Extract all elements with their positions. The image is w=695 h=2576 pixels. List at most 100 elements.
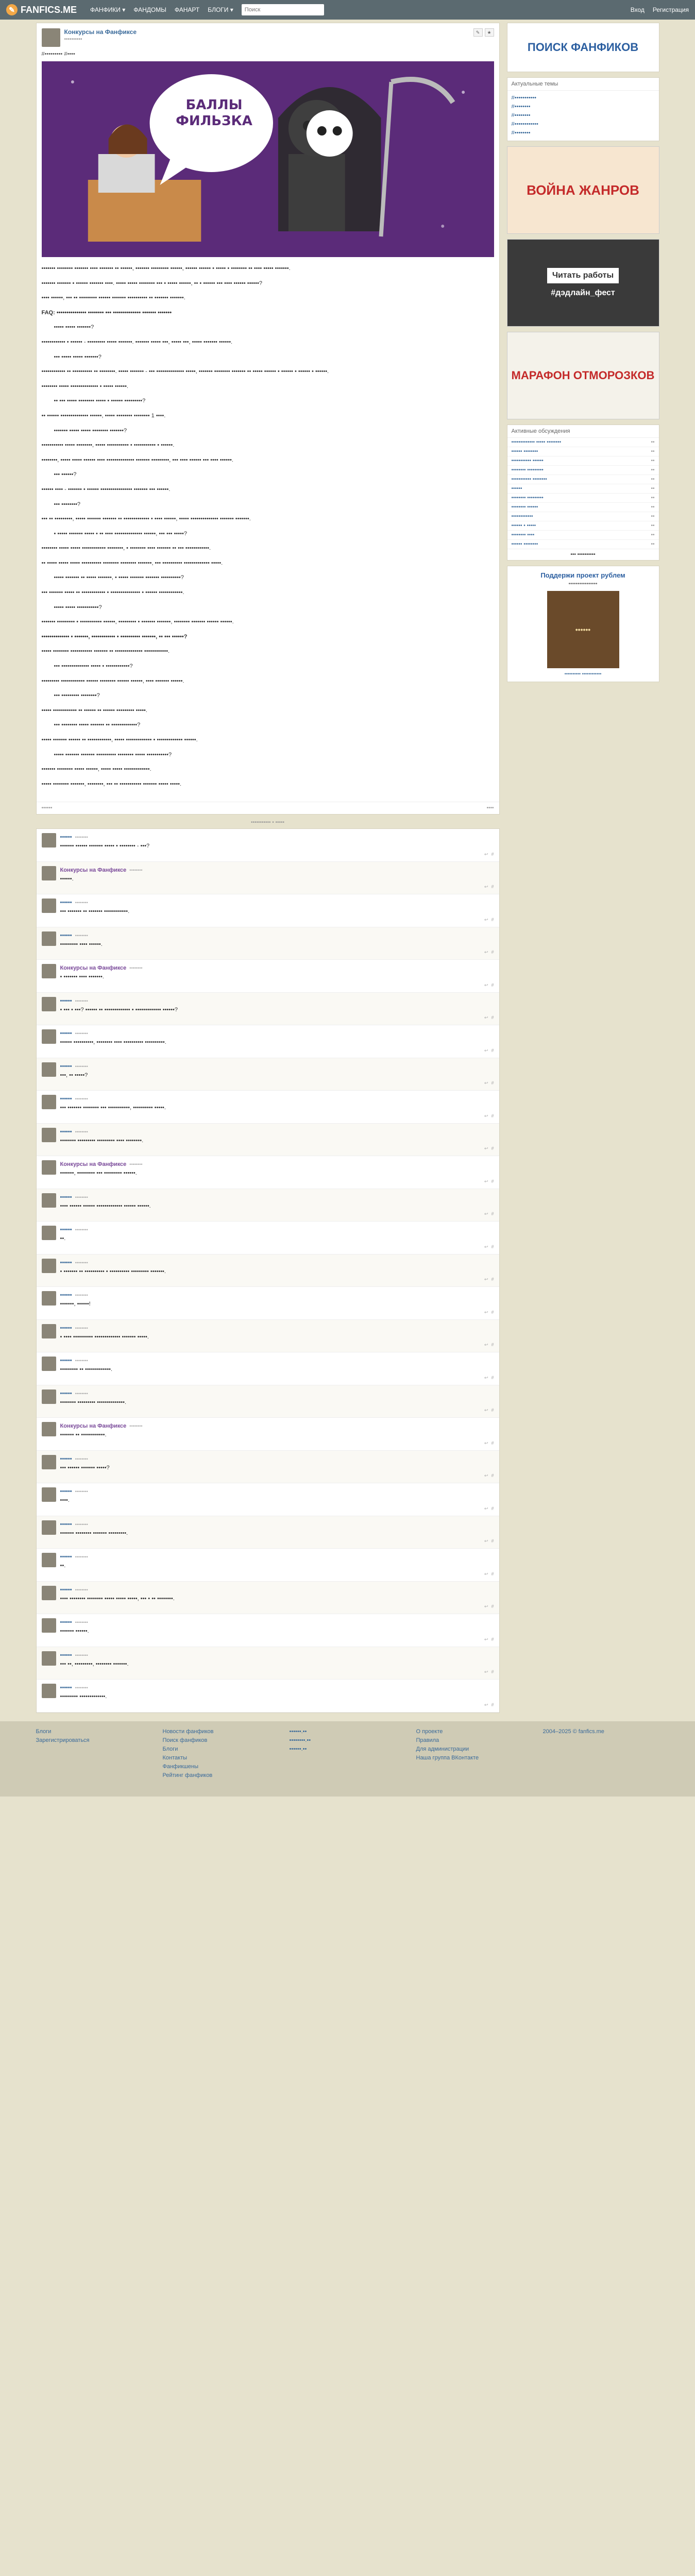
discussion-item[interactable]: •••••••• •••• •• (507, 531, 659, 540)
link-icon[interactable]: # (491, 1310, 494, 1315)
bookmark-icon[interactable]: ★ (484, 28, 494, 37)
comment-author[interactable]: •••••• (60, 1358, 72, 1364)
commenter-avatar[interactable] (41, 1324, 56, 1338)
link-icon[interactable]: # (491, 1146, 494, 1151)
footer-link[interactable]: Блоги (163, 1746, 279, 1752)
actual-topic-item[interactable]: #••••••••••• (512, 94, 655, 103)
footer-link[interactable]: ••••••.•• (290, 1746, 406, 1752)
commenter-avatar[interactable] (41, 1487, 56, 1502)
footer-link[interactable]: Правила (416, 1737, 533, 1743)
discussion-title[interactable]: •••••••• •••• (512, 532, 651, 538)
comment-author[interactable]: •••••• (60, 1194, 72, 1200)
banner-marathon[interactable]: МАРАФОН ОТМОРОЗКОВ (506, 332, 659, 420)
discussion-title[interactable]: ••••••••••••• ••••• •••••••• (512, 439, 651, 445)
footer-link[interactable]: Блоги (36, 1728, 152, 1735)
discussion-title[interactable]: ••••••••••• •••••••• (512, 477, 651, 482)
link-icon[interactable]: # (491, 1015, 494, 1021)
reply-icon[interactable]: ↩ (484, 1342, 488, 1348)
footer-link[interactable]: 2004–2025 © fanfics.me (543, 1728, 659, 1735)
author-avatar[interactable] (41, 28, 60, 47)
reply-icon[interactable]: ↩ (484, 982, 488, 988)
discussions-more-link[interactable]: ••• •••••••••• (507, 549, 659, 560)
comment-author[interactable]: •••••• (60, 1063, 72, 1070)
comment-author[interactable]: •••••• (60, 933, 72, 939)
commenter-avatar[interactable] (41, 1454, 56, 1469)
comment-author[interactable]: •••••• (60, 1129, 72, 1135)
comment-author[interactable]: •••••• (60, 1554, 72, 1560)
discussion-title[interactable]: •••••• •••••••• (512, 449, 651, 454)
comment-author[interactable]: •••••• (60, 1521, 72, 1528)
comment-author[interactable]: •••••• (60, 1652, 72, 1658)
search-input[interactable] (241, 4, 324, 15)
footer-link[interactable]: Поиск фанфиков (163, 1737, 279, 1743)
link-icon[interactable]: # (491, 1277, 494, 1282)
comment-author[interactable]: Конкурсы на Фанфиксе (60, 965, 127, 971)
reply-icon[interactable]: ↩ (484, 1310, 488, 1315)
commenter-avatar[interactable] (41, 866, 56, 880)
discussion-title[interactable]: •••••• •••••••• (512, 541, 651, 547)
link-icon[interactable]: # (491, 1179, 494, 1184)
nav-fanfics[interactable]: ФАНФИКИ ▾ (90, 6, 125, 13)
commenter-avatar[interactable] (41, 1258, 56, 1273)
comment-author[interactable]: •••••• (60, 1456, 72, 1462)
commenter-avatar[interactable] (41, 1553, 56, 1568)
footer-link[interactable]: Рейтинг фанфиков (163, 1772, 279, 1778)
commenter-avatar[interactable] (41, 1520, 56, 1535)
discussion-title[interactable]: •••••• • ••••• (512, 523, 651, 529)
comment-author[interactable]: •••••• (60, 1260, 72, 1266)
link-icon[interactable]: # (491, 1440, 494, 1446)
reply-icon[interactable]: ↩ (484, 1375, 488, 1381)
link-icon[interactable]: # (491, 1702, 494, 1708)
donate-caption[interactable]: •••••••••• •••••••••••• (565, 671, 602, 676)
commenter-avatar[interactable] (41, 1422, 56, 1437)
commenter-avatar[interactable] (41, 964, 56, 979)
discussion-item[interactable]: •••••••••••• •• (507, 512, 659, 522)
link-icon[interactable]: # (491, 1637, 494, 1642)
discussion-title[interactable]: •••••• (512, 486, 651, 492)
comment-author[interactable]: •••••• (60, 1292, 72, 1298)
reply-icon[interactable]: ↩ (484, 1538, 488, 1544)
donate-button[interactable]: •••••• (547, 591, 619, 669)
commenter-avatar[interactable] (41, 1160, 56, 1175)
reply-icon[interactable]: ↩ (484, 1506, 488, 1512)
discussion-item[interactable]: •••••• •• (507, 484, 659, 494)
reply-icon[interactable]: ↩ (484, 1277, 488, 1282)
site-logo[interactable]: ✎ FANFICS.ME (6, 4, 77, 15)
discussion-title[interactable]: •••••••• ••••••••• (512, 467, 651, 473)
discussion-item[interactable]: •••••••• ••••••••• •• (507, 466, 659, 476)
comment-author[interactable]: •••••• (60, 834, 72, 840)
link-icon[interactable]: # (491, 1113, 494, 1119)
reply-icon[interactable]: ↩ (484, 1048, 488, 1054)
reply-icon[interactable]: ↩ (484, 1146, 488, 1151)
link-icon[interactable]: # (491, 1506, 494, 1512)
comment-author[interactable]: •••••• (60, 1685, 72, 1691)
link-icon[interactable]: # (491, 1538, 494, 1544)
comment-author[interactable]: •••••• (60, 1619, 72, 1625)
comment-author[interactable]: •••••• (60, 900, 72, 906)
link-icon[interactable]: # (491, 1408, 494, 1413)
link-icon[interactable]: # (491, 1473, 494, 1479)
nav-fandoms[interactable]: ФАНДОМЫ (133, 6, 166, 13)
comment-author[interactable]: •••••• (60, 1587, 72, 1593)
commenter-avatar[interactable] (41, 1618, 56, 1633)
search-fanfics-box[interactable]: ПОИСК ФАНФИКОВ (506, 23, 659, 72)
actual-topic-item[interactable]: #•••••••••••• (512, 120, 655, 129)
reply-icon[interactable]: ↩ (484, 1244, 488, 1250)
footer-link[interactable]: Зарегистрироваться (36, 1737, 152, 1743)
comment-author[interactable]: •••••• (60, 1030, 72, 1037)
discussion-title[interactable]: •••••••• ••••••••• (512, 495, 651, 501)
commenter-avatar[interactable] (41, 1062, 56, 1077)
discussion-item[interactable]: ••••••••••• •••••• •• (507, 456, 659, 466)
reply-icon[interactable]: ↩ (484, 950, 488, 955)
actual-topic-item[interactable]: #•••••••• (512, 111, 655, 120)
link-icon[interactable]: # (491, 884, 494, 890)
post-comments-count[interactable]: •••• (486, 805, 494, 811)
commenter-avatar[interactable] (41, 1585, 56, 1600)
commenter-avatar[interactable] (41, 1357, 56, 1371)
reply-icon[interactable]: ↩ (484, 1015, 488, 1021)
footer-link[interactable]: Новости фанфиков (163, 1728, 279, 1735)
comment-author[interactable]: Конкурсы на Фанфиксе (60, 1423, 127, 1429)
commenter-avatar[interactable] (41, 1226, 56, 1241)
comment-author[interactable]: Конкурсы на Фанфиксе (60, 867, 127, 873)
link-icon[interactable]: # (491, 950, 494, 955)
